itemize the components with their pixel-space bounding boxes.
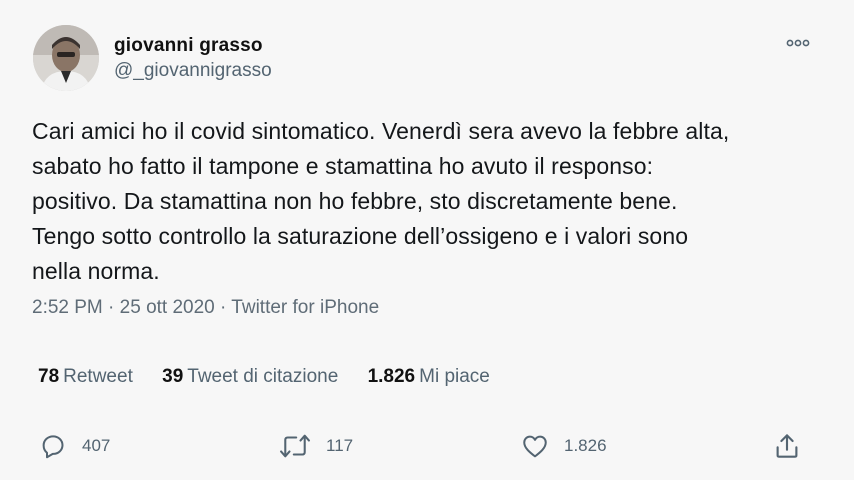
- quotes-stat[interactable]: 39 Tweet di citazione: [162, 366, 338, 388]
- retweets-count: 78: [38, 366, 60, 387]
- share-button[interactable]: [772, 428, 802, 464]
- author-name[interactable]: giovanni grasso: [114, 35, 263, 57]
- action-bar: 407 117 1.826: [0, 428, 854, 464]
- author-handle[interactable]: @_giovannigrasso: [114, 60, 272, 82]
- like-button[interactable]: 1.826: [520, 428, 607, 464]
- retweet-icon: [280, 434, 310, 458]
- heart-icon: [523, 435, 547, 458]
- meta-separator: ·: [214, 297, 232, 318]
- tweet-text: Cari amici ho il covid sintomatico. Vene…: [32, 118, 730, 284]
- avatar[interactable]: [33, 25, 99, 91]
- like-count: 1.826: [564, 436, 607, 455]
- more-icon: [786, 39, 810, 47]
- tweet-source[interactable]: Twitter for iPhone: [231, 297, 379, 318]
- retweet-button[interactable]: 117: [278, 428, 353, 464]
- meta-separator: ·: [102, 297, 120, 318]
- reply-count: 407: [82, 436, 111, 455]
- tweet-meta: 2:52 PM · 25 ott 2020 · Twitter for iPho…: [32, 297, 379, 319]
- likes-stat[interactable]: 1.826 Mi piace: [368, 366, 490, 388]
- share-icon: [776, 434, 798, 458]
- tweet-time[interactable]: 2:52 PM: [32, 297, 103, 318]
- likes-label: Mi piace: [419, 366, 490, 387]
- tweet-date[interactable]: 25 ott 2020: [120, 297, 215, 318]
- more-options-button[interactable]: [780, 32, 816, 54]
- quotes-count: 39: [162, 366, 184, 387]
- retweets-stat[interactable]: 78 Retweet: [38, 366, 133, 388]
- quotes-label: Tweet di citazione: [187, 366, 339, 387]
- avatar-image: [33, 25, 99, 91]
- retweets-label: Retweet: [63, 366, 133, 387]
- reply-button[interactable]: 407: [38, 428, 110, 464]
- retweet-count: 117: [326, 436, 354, 455]
- reply-icon: [42, 435, 64, 459]
- likes-count: 1.826: [367, 366, 416, 387]
- tweet-stats: 78 Retweet 39 Tweet di citazione 1.826 Mi p…: [38, 366, 514, 388]
